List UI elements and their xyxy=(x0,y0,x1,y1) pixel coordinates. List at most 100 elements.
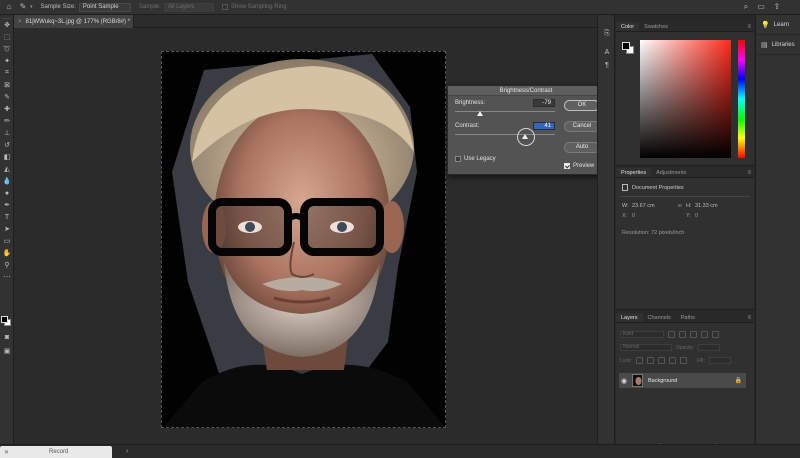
lock-position-icon[interactable] xyxy=(657,357,665,364)
visibility-eye-icon[interactable]: ◉ xyxy=(619,377,629,385)
brightness-slider-thumb[interactable] xyxy=(477,111,483,116)
type-tool-icon[interactable]: T xyxy=(0,211,14,223)
auto-button[interactable]: Auto xyxy=(564,142,600,153)
lasso-tool-icon[interactable]: ➰ xyxy=(0,43,14,55)
color-panel: Color Swatches ≡ xyxy=(616,22,754,166)
use-legacy-checkbox[interactable] xyxy=(455,156,461,162)
filter-type-icon[interactable] xyxy=(690,331,697,338)
brush-tool-icon[interactable]: ✏ xyxy=(0,115,14,127)
ok-button[interactable]: OK xyxy=(564,100,600,111)
panel-menu-icon[interactable]: ≡ xyxy=(747,168,751,177)
layer-kind-filter[interactable]: Kind xyxy=(620,331,664,338)
brightness-field[interactable]: -79 xyxy=(533,99,555,107)
eraser-tool-icon[interactable]: ◧ xyxy=(0,151,14,163)
libraries-label: Libraries xyxy=(771,41,795,48)
eyedropper-icon[interactable]: ✎ xyxy=(0,91,14,103)
layer-row-background[interactable]: ◉ Background 🔒 xyxy=(619,373,746,388)
paint-bucket-icon[interactable]: ◭ xyxy=(0,163,14,175)
filter-smart-object-icon[interactable] xyxy=(712,331,719,338)
tab-color[interactable]: Color xyxy=(616,22,640,31)
search-icon[interactable]: ⌕ xyxy=(741,2,751,12)
tab-layers[interactable]: Layers xyxy=(616,313,643,322)
marquee-tool-icon[interactable]: ⬚ xyxy=(0,31,14,43)
move-tool-icon[interactable]: ✥ xyxy=(0,19,14,31)
dialog-title[interactable]: Brightness/Contrast xyxy=(448,86,604,96)
color-picker-field[interactable] xyxy=(640,40,731,158)
options-bar: ⌂ ✎ ▾ Sample Size: Point Sample Sample: … xyxy=(0,0,800,15)
contrast-field[interactable]: 41 xyxy=(533,122,555,130)
cancel-button[interactable]: Cancel xyxy=(564,121,600,132)
blend-mode-dropdown[interactable]: Normal xyxy=(620,344,672,351)
y-value[interactable]: 0 xyxy=(695,213,698,219)
libraries-panel-button[interactable]: ▤ Libraries xyxy=(756,35,800,55)
contrast-slider-track[interactable] xyxy=(455,134,555,135)
share-icon[interactable]: ⇪ xyxy=(772,2,782,12)
clone-stamp-icon[interactable]: ⊥ xyxy=(0,127,14,139)
workspace-icon[interactable]: ▭ xyxy=(756,2,766,12)
fill-label: Fill: xyxy=(696,357,705,364)
hand-tool-icon[interactable]: ✋ xyxy=(0,247,14,259)
tab-adjustments[interactable]: Adjustments xyxy=(651,168,691,177)
fill-field[interactable] xyxy=(708,357,731,364)
tab-paths[interactable]: Paths xyxy=(676,313,700,322)
filter-shape-icon[interactable] xyxy=(701,331,708,338)
learn-libraries-column: 💡 Learn ▤ Libraries xyxy=(755,15,800,444)
filter-pixel-icon[interactable] xyxy=(668,331,675,338)
paragraph-panel-icon[interactable]: ¶ xyxy=(598,59,616,72)
lock-artboard-icon[interactable] xyxy=(668,357,676,364)
document-tab[interactable]: × 81jWWukq~3L.jpg @ 177% (RGB/8#) * xyxy=(14,15,134,28)
dodge-tool-icon[interactable]: ● xyxy=(0,187,14,199)
document-image[interactable] xyxy=(161,51,446,428)
zoom-tool-icon[interactable]: ⚲ xyxy=(0,259,14,271)
link-icon[interactable]: ∞ xyxy=(678,203,682,209)
quick-mask-icon[interactable]: ◙ xyxy=(0,331,14,343)
layer-name[interactable]: Background xyxy=(648,378,677,384)
close-record-icon[interactable]: ✕ xyxy=(4,449,9,456)
layer-lock-icon[interactable]: 🔒 xyxy=(735,377,742,384)
lock-transparent-icon[interactable] xyxy=(635,357,643,364)
close-tab-icon[interactable]: × xyxy=(18,19,22,25)
path-selection-icon[interactable]: ➤ xyxy=(0,223,14,235)
more-tools-icon[interactable]: ⋯ xyxy=(0,271,14,283)
lock-image-icon[interactable] xyxy=(646,357,654,364)
blur-tool-icon[interactable]: 💧 xyxy=(0,175,14,187)
tab-swatches[interactable]: Swatches xyxy=(639,22,673,31)
x-value[interactable]: 0 xyxy=(632,213,635,219)
home-icon[interactable]: ⌂ xyxy=(4,2,14,12)
opacity-field[interactable] xyxy=(698,344,721,351)
use-legacy-label: Use Legacy xyxy=(464,156,496,162)
panel-menu-icon[interactable]: ≡ xyxy=(747,22,751,31)
foreground-color-swatch[interactable] xyxy=(1,316,8,323)
crop-tool-icon[interactable]: ⌗ xyxy=(0,67,14,79)
tool-preset-chevron-icon[interactable]: ▾ xyxy=(30,4,33,10)
eyedropper-tool-icon[interactable]: ✎ xyxy=(18,2,28,12)
character-panel-icon[interactable]: A xyxy=(598,46,616,59)
rectangle-tool-icon[interactable]: ▭ xyxy=(0,235,14,247)
status-arrow-icon[interactable]: › xyxy=(126,448,128,455)
record-bar[interactable]: ✕ Record xyxy=(0,446,112,458)
sample-size-dropdown[interactable]: Point Sample xyxy=(78,2,131,12)
height-value[interactable]: 31.33 cm xyxy=(695,203,718,209)
learn-panel-button[interactable]: 💡 Learn xyxy=(756,15,800,35)
panel-foreground-swatch[interactable] xyxy=(622,42,630,50)
sample-dropdown[interactable]: All Layers xyxy=(163,2,214,12)
healing-brush-icon[interactable]: ✚ xyxy=(0,103,14,115)
tab-channels[interactable]: Channels xyxy=(643,313,676,322)
panel-menu-icon[interactable]: ≡ xyxy=(747,313,751,322)
width-value[interactable]: 23.67 cm xyxy=(632,203,655,209)
filter-adjustment-icon[interactable] xyxy=(679,331,686,338)
pen-tool-icon[interactable]: ✒ xyxy=(0,199,14,211)
screen-mode-icon[interactable]: ▣ xyxy=(0,345,14,357)
history-panel-icon[interactable]: ⎘ xyxy=(598,27,616,40)
frame-tool-icon[interactable]: ⊠ xyxy=(0,79,14,91)
tab-properties[interactable]: Properties xyxy=(616,168,652,177)
learn-label: Learn xyxy=(773,21,790,28)
lock-all-icon[interactable] xyxy=(679,357,687,364)
history-brush-icon[interactable]: ↺ xyxy=(0,139,14,151)
preview-checkbox[interactable] xyxy=(564,163,570,169)
magic-wand-tool-icon[interactable]: ✦ xyxy=(0,55,14,67)
brightness-slider-track[interactable] xyxy=(455,111,555,112)
hue-slider[interactable] xyxy=(738,40,745,158)
status-bar xyxy=(0,444,800,458)
show-sampling-ring-checkbox[interactable] xyxy=(221,4,228,10)
